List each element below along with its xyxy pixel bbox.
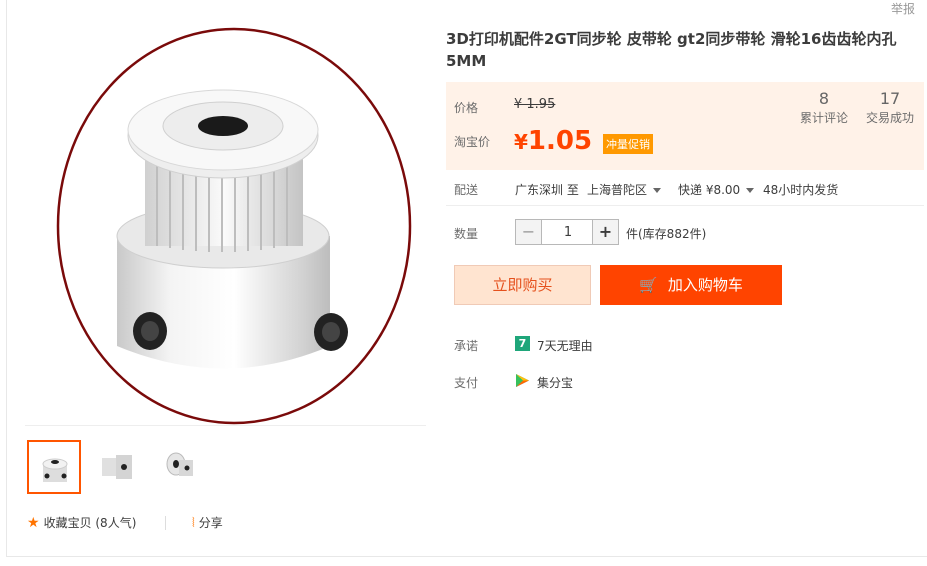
increase-button[interactable]: + <box>592 220 618 244</box>
shipping-origin: 广东深圳 至 <box>515 183 579 197</box>
quantity-stepper: − + <box>515 219 619 245</box>
promise-text[interactable]: 7天无理由 <box>537 337 593 354</box>
share-label: 分享 <box>198 516 223 530</box>
divider <box>446 205 924 206</box>
decrease-button[interactable]: − <box>516 220 542 244</box>
shipping-dispatch: 48小时内发货 <box>763 183 839 197</box>
price-label: 价格 <box>454 101 479 115</box>
stat-transactions-label: 交易成功 <box>865 111 914 125</box>
promise-label: 承诺 <box>454 339 479 353</box>
stock-info: 件(库存882件) <box>626 227 707 241</box>
caret-down-icon <box>653 188 662 193</box>
share-icon: ⦚ <box>192 516 195 531</box>
buy-now-button[interactable]: 立即购买 <box>454 265 591 305</box>
report-link[interactable]: 举报 <box>891 0 915 17</box>
taobao-price-label: 淘宝价 <box>454 135 491 149</box>
cart-icon: 🛒 <box>639 276 658 294</box>
shipping-method: 快递 ¥8.00 <box>678 183 741 197</box>
stat-reviews[interactable]: 8 累计评论 <box>798 89 850 127</box>
stat-reviews-value: 8 <box>818 89 830 108</box>
shipping-label: 配送 <box>454 183 479 197</box>
thumbnail-2[interactable] <box>91 440 145 494</box>
shipping-destination-select[interactable]: 上海普陀区 <box>587 181 662 198</box>
jifenbao-icon <box>516 374 529 387</box>
stat-transactions-value: 17 <box>879 89 901 108</box>
payment-text[interactable]: 集分宝 <box>537 374 573 391</box>
thumbnail-3[interactable] <box>155 440 209 494</box>
original-price: ¥ 1.95 <box>514 97 556 112</box>
shipping-destination: 上海普陀区 <box>587 183 648 197</box>
currency-symbol: ¥ <box>514 130 528 154</box>
caret-down-icon <box>746 188 755 193</box>
shipping-method-select[interactable]: 快递 ¥8.00 <box>678 181 755 198</box>
price-box: 价格 ¥ 1.95 淘宝价 ¥1.05 冲量促销 8 累计评论 17 交易成功 <box>446 82 924 170</box>
pulley-front-thumbnail <box>42 458 68 482</box>
pulley-side-thumbnail <box>102 455 132 479</box>
current-price: ¥1.05 <box>514 126 592 156</box>
promise-7-icon: 7 <box>515 336 530 351</box>
thumbnail-1[interactable] <box>27 440 81 494</box>
pulley-image <box>56 27 412 425</box>
current-price-value: 1.05 <box>527 126 593 156</box>
promo-tag: 冲量促销 <box>603 134 653 154</box>
footer-divider <box>165 516 166 530</box>
favorite-button[interactable]: ★ 收藏宝贝 (8人气) <box>27 514 136 531</box>
stat-transactions[interactable]: 17 交易成功 <box>864 89 916 127</box>
main-product-image[interactable] <box>25 26 426 426</box>
pulley-angle-thumbnail <box>166 452 193 476</box>
product-title: 3D打印机配件2GT同步轮 皮带轮 gt2同步带轮 滑轮16齿齿轮内孔5MM <box>446 30 897 70</box>
add-to-cart-label: 加入购物车 <box>667 276 743 294</box>
star-icon: ★ <box>27 515 40 531</box>
quantity-label: 数量 <box>454 227 479 241</box>
stat-reviews-label: 累计评论 <box>799 111 848 125</box>
share-button[interactable]: ⦚ 分享 <box>192 514 223 531</box>
favorite-label: 收藏宝贝 (8人气) <box>43 516 137 530</box>
add-to-cart-button[interactable]: 🛒 加入购物车 <box>600 265 782 305</box>
payment-label: 支付 <box>454 376 479 390</box>
quantity-input[interactable] <box>543 220 593 244</box>
